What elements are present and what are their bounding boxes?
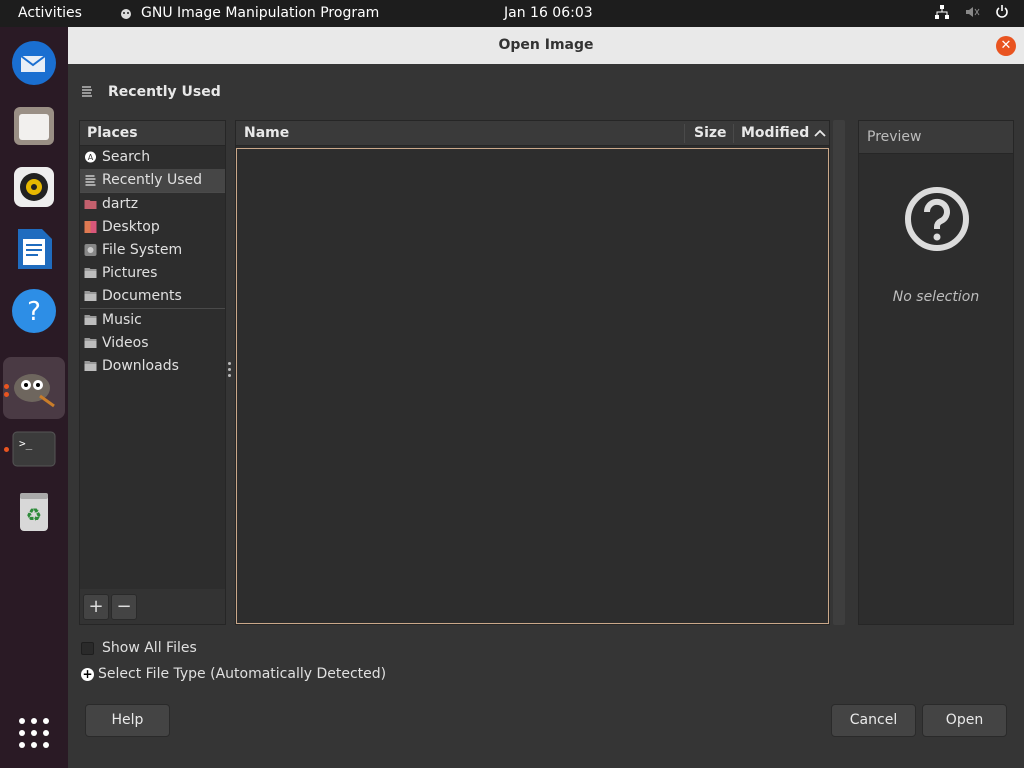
location-bar[interactable]: Recently Used (80, 80, 221, 104)
preview-header: Preview (859, 121, 1013, 154)
place-file-system[interactable]: File System (80, 239, 225, 262)
dialog-titlebar[interactable]: Open Image (68, 27, 1024, 64)
no-selection-label: No selection (892, 289, 980, 305)
place-label: Search (102, 149, 151, 165)
select-file-type-expander[interactable]: + Select File Type (Automatically Detect… (81, 666, 386, 682)
preview-pane: Preview No selection (858, 120, 1014, 625)
volume-muted-icon[interactable] (964, 4, 980, 20)
trash-icon[interactable]: ♻ (10, 487, 58, 535)
rhythmbox-icon[interactable] (10, 163, 58, 211)
running-indicator (4, 384, 9, 389)
svg-text:?: ? (27, 297, 41, 327)
file-list-body[interactable] (236, 148, 829, 624)
open-button[interactable]: Open (922, 704, 1007, 737)
remove-bookmark-button[interactable]: − (111, 594, 137, 620)
cancel-button[interactable]: Cancel (831, 704, 916, 737)
svg-text:A: A (88, 153, 94, 162)
help-button[interactable]: Help (85, 704, 170, 737)
home-folder-icon (84, 200, 97, 209)
file-list-header: Name Size Modified (236, 121, 829, 146)
folder-icon (84, 268, 97, 278)
help-icon[interactable]: ? (10, 287, 58, 335)
expander-plus-icon: + (81, 666, 94, 681)
running-indicator (4, 447, 9, 452)
place-label: Documents (102, 288, 182, 304)
show-all-files-row[interactable]: Show All Files (81, 640, 197, 656)
recent-icon (85, 175, 96, 186)
place-label: Recently Used (102, 172, 203, 188)
search-icon: A (85, 151, 96, 163)
place-dartz[interactable]: dartz (80, 193, 225, 216)
column-size[interactable]: Size (694, 121, 727, 146)
place-label: dartz (102, 196, 139, 212)
places-footer: + − (80, 589, 225, 624)
dock: ? >_ ♻ (0, 27, 68, 768)
show-apps-icon[interactable] (10, 709, 58, 757)
running-indicator (4, 392, 9, 397)
app-name: GNU Image Manipulation Program (141, 5, 380, 21)
libreoffice-writer-icon[interactable] (10, 225, 58, 273)
place-label: Desktop (102, 219, 160, 235)
column-name[interactable]: Name (244, 121, 289, 146)
place-desktop[interactable]: Desktop (80, 216, 225, 239)
activities-button[interactable]: Activities (18, 5, 82, 21)
place-label: Pictures (102, 265, 158, 281)
sort-ascending-icon (814, 129, 826, 137)
select-file-type-label: Select File Type (Automatically Detected… (98, 666, 387, 682)
gimp-small-icon (121, 9, 131, 19)
place-label: Downloads (102, 358, 179, 374)
show-all-files-label: Show All Files (102, 640, 197, 656)
location-label: Recently Used (108, 84, 221, 100)
thunderbird-icon[interactable] (10, 39, 58, 87)
place-label: Videos (102, 335, 149, 351)
clock[interactable]: Jan 16 06:03 (504, 5, 593, 21)
terminal-icon[interactable]: >_ (10, 425, 58, 473)
drive-icon (84, 244, 97, 256)
recent-icon (82, 86, 92, 97)
place-pictures[interactable]: Pictures (80, 262, 225, 285)
place-search[interactable]: A Search (80, 146, 225, 169)
place-music[interactable]: Music (80, 309, 225, 332)
place-label: File System (102, 242, 183, 258)
folder-icon (84, 338, 97, 348)
pane-resize-handle[interactable] (228, 362, 232, 384)
question-icon (905, 187, 969, 251)
svg-text:♻: ♻ (26, 505, 42, 526)
top-bar: Activities GNU Image Manipulation Progra… (0, 0, 1024, 27)
folder-icon (84, 361, 97, 371)
place-videos[interactable]: Videos (80, 332, 225, 355)
place-recently-used[interactable]: Recently Used (80, 169, 225, 192)
show-all-files-checkbox[interactable] (81, 641, 94, 655)
folder-icon (84, 315, 97, 325)
place-label: Music (102, 312, 142, 328)
app-menu[interactable]: GNU Image Manipulation Program (118, 5, 379, 21)
place-downloads[interactable]: Downloads (80, 355, 225, 378)
system-tray[interactable] (934, 4, 1010, 20)
file-list: Name Size Modified (235, 120, 830, 625)
file-list-scrollbar[interactable] (833, 120, 845, 625)
network-icon[interactable] (934, 4, 950, 20)
places-header: Places (80, 121, 225, 146)
gimp-icon[interactable] (10, 364, 58, 412)
desktop-icon (84, 221, 97, 233)
place-documents[interactable]: Documents (80, 285, 225, 308)
svg-text:>_: >_ (19, 437, 33, 450)
folder-icon (84, 291, 97, 301)
open-image-dialog: Open Image ✕ Recently Used Places A Sear… (68, 27, 1024, 768)
column-modified[interactable]: Modified (741, 121, 826, 146)
column-modified-label: Modified (741, 125, 810, 141)
power-icon[interactable] (994, 4, 1010, 20)
add-bookmark-button[interactable]: + (83, 594, 109, 620)
places-sidebar: Places A Search Recently Used dartz Desk… (79, 120, 226, 625)
dialog-title: Open Image (498, 37, 594, 53)
close-button[interactable]: ✕ (996, 36, 1016, 56)
files-icon[interactable] (10, 101, 58, 149)
